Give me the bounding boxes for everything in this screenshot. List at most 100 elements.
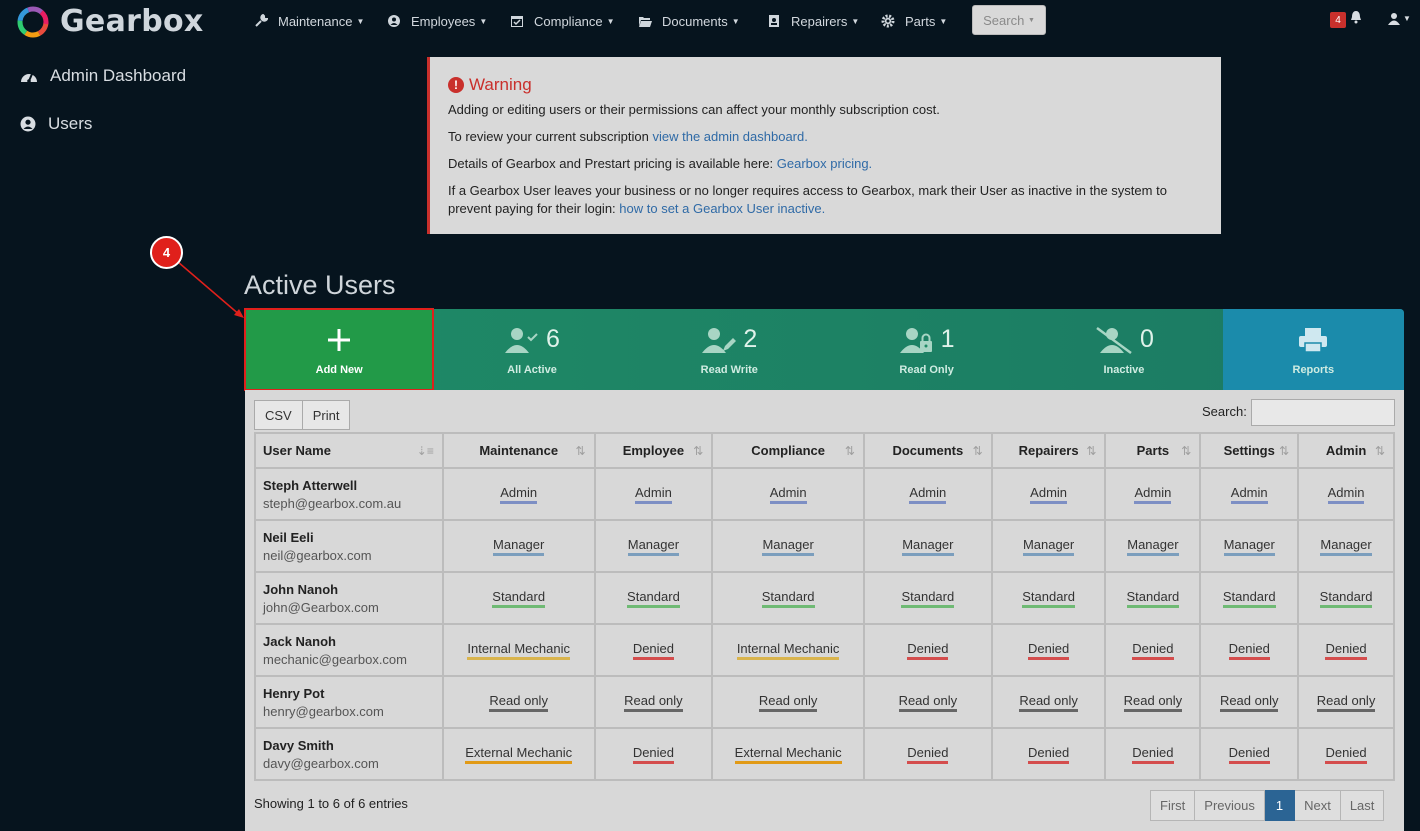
permission-label[interactable]: Standard xyxy=(901,589,955,608)
permission-label[interactable]: Manager xyxy=(627,537,680,556)
nav-compliance[interactable]: Compliance ▼ xyxy=(510,11,615,31)
pager-previous[interactable]: Previous xyxy=(1195,790,1265,821)
table-row[interactable]: Davy Smith davy@gearbox.com External Mecha… xyxy=(254,727,1395,781)
permission-label[interactable]: Standard xyxy=(627,589,680,608)
column-header-documents[interactable]: Documents ⇅ xyxy=(862,432,993,469)
permission-label[interactable]: Denied xyxy=(1028,641,1070,660)
user-menu[interactable]: ▼ xyxy=(1388,12,1411,25)
permission-label[interactable]: Manager xyxy=(1022,537,1075,556)
permission-label[interactable]: Internal Mechanic xyxy=(736,641,840,660)
table-row[interactable]: John Nanoh john@Gearbox.com Standard Standa… xyxy=(254,571,1395,625)
pager-last[interactable]: Last xyxy=(1340,790,1385,821)
sort-icon[interactable]: ⇅ xyxy=(1279,444,1289,458)
all-active-tile[interactable]: 6 All Active xyxy=(433,309,630,390)
permission-label[interactable]: External Mechanic xyxy=(734,745,842,764)
permission-label[interactable]: Denied xyxy=(632,745,675,764)
permission-label[interactable]: Standard xyxy=(1126,589,1180,608)
sort-icon[interactable]: ⇅ xyxy=(693,444,703,458)
permission-label[interactable]: Admin xyxy=(1030,485,1068,504)
permission-label[interactable]: External Mechanic xyxy=(465,745,573,764)
permission-label[interactable]: Read only xyxy=(898,693,958,712)
permission-label[interactable]: Manager xyxy=(902,537,954,556)
sort-icon[interactable]: ⇅ xyxy=(575,444,585,458)
permission-label[interactable]: Denied xyxy=(1028,745,1070,764)
pager-first[interactable]: First xyxy=(1150,790,1196,821)
sort-icon[interactable]: ⇅ xyxy=(973,444,983,458)
bell-icon[interactable] xyxy=(1350,10,1362,24)
permission-label[interactable]: Standard xyxy=(1022,589,1075,608)
permission-label[interactable]: Admin xyxy=(1230,485,1268,504)
permission-label[interactable]: Admin xyxy=(500,485,538,504)
user-cell[interactable]: Davy Smith davy@gearbox.com xyxy=(254,727,444,781)
permission-label[interactable]: Read only xyxy=(624,693,683,712)
permission-label[interactable]: Denied xyxy=(1228,745,1270,764)
table-row[interactable]: Henry Pot henry@gearbox.com Read only Read … xyxy=(254,675,1395,729)
column-header-repairers[interactable]: Repairers ⇅ xyxy=(990,432,1107,469)
permission-label[interactable]: Admin xyxy=(1134,485,1172,504)
permission-label[interactable]: Admin xyxy=(769,485,807,504)
nav-employees[interactable]: Employees ▼ xyxy=(387,11,487,31)
permission-label[interactable]: Read only xyxy=(489,693,548,712)
permission-label[interactable]: Manager xyxy=(1223,537,1275,556)
add-new-user-button[interactable]: Add New xyxy=(243,308,435,391)
permission-label[interactable]: Internal Mechanic xyxy=(467,641,570,660)
sort-icon[interactable]: ⇣≡ xyxy=(417,444,434,458)
permission-label[interactable]: Standard xyxy=(1222,589,1276,608)
pager-next[interactable]: Next xyxy=(1295,790,1341,821)
user-cell[interactable]: Henry Pot henry@gearbox.com xyxy=(254,675,444,729)
user-cell[interactable]: John Nanoh john@Gearbox.com xyxy=(254,571,444,625)
table-search-input[interactable] xyxy=(1251,399,1395,426)
permission-label[interactable]: Read only xyxy=(1219,693,1279,712)
column-header-maintenance[interactable]: Maintenance ⇅ xyxy=(441,432,596,469)
sort-icon[interactable]: ⇅ xyxy=(1086,444,1096,458)
inactive-tile[interactable]: 0 Inactive xyxy=(1025,309,1222,390)
admin-dashboard-link[interactable]: view the admin dashboard. xyxy=(652,129,807,144)
nav-repairers[interactable]: Repairers ▼ xyxy=(767,11,859,31)
permission-label[interactable]: Standard xyxy=(492,589,546,608)
permission-label[interactable]: Manager xyxy=(1127,537,1179,556)
permission-label[interactable]: Manager xyxy=(762,537,814,556)
permission-label[interactable]: Denied xyxy=(632,641,675,660)
permission-label[interactable]: Read only xyxy=(1019,693,1078,712)
permission-label[interactable]: Denied xyxy=(1325,745,1367,764)
user-cell[interactable]: Steph Atterwell steph@gearbox.com.au xyxy=(254,467,444,521)
read-write-tile[interactable]: 2 Read Write xyxy=(631,309,828,390)
reports-tile[interactable]: Reports xyxy=(1222,309,1404,390)
column-header-settings[interactable]: Settings ⇅ xyxy=(1199,432,1300,469)
permission-label[interactable]: Denied xyxy=(907,745,949,764)
permission-label[interactable]: Manager xyxy=(493,537,545,556)
user-cell[interactable]: Neil Eeli neil@gearbox.com xyxy=(254,519,444,573)
permission-label[interactable]: Read only xyxy=(1123,693,1183,712)
print-button[interactable]: Print xyxy=(302,400,351,430)
table-row[interactable]: Steph Atterwell steph@gearbox.com.au Admin… xyxy=(254,467,1395,521)
gearbox-pricing-link[interactable]: Gearbox pricing. xyxy=(777,156,872,171)
sort-icon[interactable]: ⇅ xyxy=(1375,444,1385,458)
permission-label[interactable]: Manager xyxy=(1320,537,1372,556)
permission-label[interactable]: Denied xyxy=(907,641,949,660)
read-only-tile[interactable]: 1 Read Only xyxy=(828,309,1025,390)
column-header-compliance[interactable]: Compliance ⇅ xyxy=(711,432,865,469)
permission-label[interactable]: Read only xyxy=(1316,693,1376,712)
nav-maintenance[interactable]: Maintenance ▼ xyxy=(254,11,364,31)
permission-label[interactable]: Standard xyxy=(1319,589,1373,608)
permission-label[interactable]: Admin xyxy=(1327,485,1365,504)
permission-label[interactable]: Denied xyxy=(1132,641,1174,660)
sort-icon[interactable]: ⇅ xyxy=(1181,444,1191,458)
nav-search-button[interactable]: Search ▼ xyxy=(972,5,1046,35)
column-header-admin[interactable]: Admin ⇅ xyxy=(1297,432,1395,469)
notification-badge[interactable]: 4 xyxy=(1330,12,1346,28)
table-row[interactable]: Neil Eeli neil@gearbox.com Manager Manager M… xyxy=(254,519,1395,573)
permission-label[interactable]: Standard xyxy=(761,589,815,608)
permission-label[interactable]: Denied xyxy=(1325,641,1367,660)
column-header-user-name[interactable]: User Name ⇣≡ xyxy=(254,432,444,469)
table-row[interactable]: Jack Nanoh mechanic@gearbox.com Internal M… xyxy=(254,623,1395,677)
column-header-employee[interactable]: Employee ⇅ xyxy=(593,432,714,469)
csv-export-button[interactable]: CSV xyxy=(254,400,303,430)
permission-label[interactable]: Admin xyxy=(909,485,947,504)
permission-label[interactable]: Read only xyxy=(758,693,818,712)
permission-label[interactable]: Admin xyxy=(634,485,672,504)
column-header-parts[interactable]: Parts ⇅ xyxy=(1104,432,1202,469)
pager-page-1[interactable]: 1 xyxy=(1264,790,1296,821)
set-user-inactive-link[interactable]: how to set a Gearbox User inactive. xyxy=(619,201,825,216)
sort-icon[interactable]: ⇅ xyxy=(845,444,855,458)
